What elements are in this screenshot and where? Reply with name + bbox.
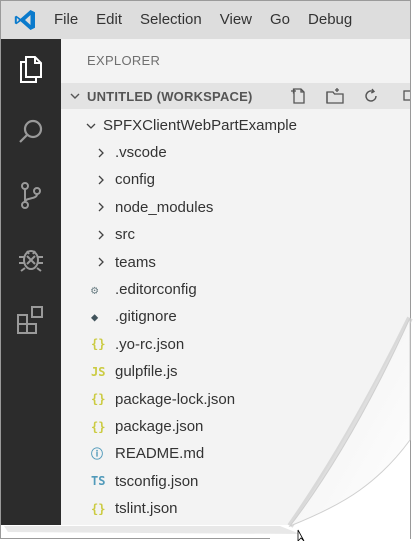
file-row[interactable]: ◆ .gitignore: [61, 303, 410, 330]
js-icon: JS: [91, 364, 106, 379]
new-file-button[interactable]: [281, 87, 317, 105]
file-row[interactable]: JS gulpfile.js: [61, 358, 410, 385]
chevron-right-icon: [93, 256, 109, 268]
source-control-button[interactable]: [1, 170, 61, 224]
project-folder-row[interactable]: SPFXClientWebPartExample: [61, 112, 410, 139]
source-control-icon: [16, 180, 46, 215]
json-icon: {}: [91, 419, 106, 434]
file-name: tslint.json: [115, 500, 178, 518]
file-name: package.json: [115, 418, 204, 435]
chevron-right-icon: [93, 201, 109, 213]
json-icon: {}: [91, 392, 106, 407]
workspace-title: UNTITLED (WORKSPACE): [87, 88, 253, 104]
new-file-icon: [291, 88, 305, 104]
json-icon: {}: [91, 337, 106, 352]
menu-selection[interactable]: Selection: [131, 1, 211, 39]
new-folder-icon: [326, 88, 344, 104]
activity-bar: [1, 39, 61, 525]
chevron-right-icon: [93, 147, 109, 159]
refresh-icon: [365, 88, 377, 102]
file-name: .yo-rc.json: [115, 335, 185, 353]
file-row[interactable]: ⚙ .editorconfig: [61, 276, 410, 303]
folder-row[interactable]: src: [61, 221, 410, 248]
chevron-down-icon: [83, 120, 99, 132]
info-icon: ⓘ: [91, 447, 104, 462]
file-name: .editorconfig: [115, 281, 197, 298]
refresh-button[interactable]: [353, 87, 389, 105]
explorer-sidebar: EXPLORER UNTITLED (WORKSPACE) SPFXClient…: [61, 39, 410, 525]
git-icon: ◆: [91, 309, 99, 324]
folder-row[interactable]: .vscode: [61, 139, 410, 166]
file-name: package-lock.json: [115, 390, 236, 408]
folder-name: config: [115, 171, 156, 189]
extensions-icon: [15, 304, 47, 341]
file-row[interactable]: TS tsconfig.json: [61, 468, 410, 495]
workspace-actions: [281, 83, 410, 109]
extensions-button[interactable]: [1, 295, 61, 349]
file-row[interactable]: {} package-lock.json: [61, 386, 410, 413]
folder-row[interactable]: teams: [61, 249, 410, 276]
explorer-button[interactable]: [1, 44, 61, 98]
search-icon: [16, 117, 46, 152]
file-name: .gitignore: [115, 308, 177, 326]
folder-row[interactable]: config: [61, 166, 410, 193]
file-row[interactable]: ⓘ README.md: [61, 440, 410, 467]
menu-file[interactable]: File: [48, 1, 87, 39]
file-name: tsconfig.json: [115, 472, 199, 490]
workspace-section-header[interactable]: UNTITLED (WORKSPACE): [61, 83, 410, 109]
menu-bar: File Edit Selection View Go Debug: [1, 1, 410, 39]
chevron-down-icon: [67, 90, 83, 102]
file-row[interactable]: {} .yo-rc.json: [61, 331, 410, 358]
file-name: README.md: [115, 445, 205, 463]
file-row[interactable]: {} package.json: [61, 413, 410, 440]
menu-edit[interactable]: Edit: [87, 1, 131, 39]
folder-row[interactable]: node_modules: [61, 194, 410, 221]
vscode-window: File Edit Selection View Go Debug EXPLOR…: [1, 1, 410, 525]
json-icon: {}: [91, 501, 106, 516]
folder-name: node_modules: [115, 198, 214, 216]
debug-button[interactable]: [1, 233, 61, 287]
folder-name: .vscode: [115, 144, 167, 161]
files-icon: [16, 54, 46, 89]
project-folder-name: SPFXClientWebPartExample: [103, 117, 297, 134]
search-button[interactable]: [1, 107, 61, 161]
gear-icon: ⚙: [91, 282, 99, 297]
ts-icon: TS: [91, 474, 106, 489]
folder-name: src: [115, 226, 135, 244]
collapse-all-icon: [403, 90, 410, 101]
menu-debug[interactable]: Debug: [299, 1, 361, 39]
chevron-right-icon: [93, 229, 109, 241]
new-folder-button[interactable]: [317, 87, 353, 105]
menu-go[interactable]: Go: [261, 1, 299, 39]
menu-view[interactable]: View: [211, 1, 261, 39]
chevron-right-icon: [93, 174, 109, 186]
vscode-logo-icon: [1, 1, 48, 39]
collapse-all-button[interactable]: [389, 87, 410, 105]
file-row[interactable]: {} tslint.json: [61, 495, 410, 522]
file-name: gulpfile.js: [115, 363, 178, 381]
folder-name: teams: [115, 253, 156, 271]
debug-icon: [16, 243, 46, 278]
explorer-title: EXPLORER: [87, 53, 161, 68]
